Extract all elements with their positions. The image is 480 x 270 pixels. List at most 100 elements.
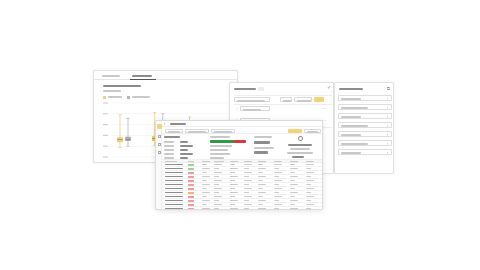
table-cell [258,200,266,202]
table-cell [244,188,252,190]
rules-count-badge [258,87,264,91]
add-rule-button[interactable] [280,97,292,102]
table-cell [258,180,263,182]
table-cell [202,204,207,206]
table-cell [306,168,311,170]
y-tick-label [103,124,108,126]
overview-row [164,140,204,143]
library-item[interactable]: › [338,149,392,155]
progress-fill-red [234,140,246,143]
table-cell [306,164,314,166]
table-cell [290,204,295,206]
table-cell [244,204,252,206]
row-name [165,188,183,190]
table-cell [274,196,282,198]
rule-1-menu-icon[interactable]: ⋯ [322,106,326,111]
table-cell [214,188,222,190]
table-cell [230,200,238,202]
table-cell [274,164,282,166]
table-cell [258,204,263,206]
table-cell [274,176,279,178]
drag-handle-icon[interactable]: ⋮ [235,106,239,111]
status-badge [188,179,194,183]
stat-card-1 [254,135,282,159]
toolbar-button-2[interactable] [185,128,209,133]
table-cell [274,200,279,202]
library-item-label [341,98,361,100]
toolbar-button-4[interactable] [304,128,321,133]
table-cell [244,172,252,174]
library-close-icon[interactable]: ⧉ [387,86,390,91]
table-cell [274,208,279,209]
table-cell [290,176,298,178]
toolbar-button-3[interactable] [211,128,235,133]
table-cell [214,180,222,182]
library-item[interactable]: › [338,95,392,101]
table-cell [230,176,238,178]
stat-card-2 [284,135,318,161]
table-cell [202,176,210,178]
toolbar-button-1[interactable] [165,128,183,133]
table-row[interactable] [162,207,322,209]
rule-row-1[interactable]: ⋮ ⋯ [234,106,332,112]
table-cell [290,180,295,182]
status-badge [188,187,194,191]
table-cell [290,172,295,174]
overview-row [164,152,204,155]
table-cell [258,168,266,170]
highlight-button[interactable] [294,97,312,102]
library-item[interactable]: › [338,140,392,146]
results-title [170,123,186,125]
library-item-label [341,116,361,118]
table-cell [202,180,207,182]
row-name [165,176,183,178]
apply-button[interactable] [314,97,324,102]
row-name [165,172,183,174]
rule-selector[interactable] [234,97,270,102]
export-button[interactable] [288,128,302,133]
list-icon[interactable] [157,151,161,154]
table-cell [214,200,219,202]
table-cell [214,172,222,174]
table-cell [258,164,263,166]
status-badge [188,203,194,207]
library-item[interactable]: › [338,122,392,128]
table-cell [274,180,282,182]
progress-bar [210,140,246,143]
row-name [165,180,183,182]
status-badge [188,183,194,187]
table-cell [230,184,238,186]
row-name [165,200,183,202]
status-badge [188,175,194,179]
chart-icon[interactable] [157,135,161,138]
close-icon[interactable]: ✓ [327,86,331,91]
table-cell [306,184,311,186]
filter-icon[interactable] [157,143,161,146]
library-item[interactable]: › [338,104,392,110]
table-cell [274,192,279,194]
table-cell [214,196,222,198]
chevron-right-icon: › [387,105,389,110]
row-name [165,204,183,206]
table-cell [214,176,219,178]
library-item[interactable]: › [338,113,392,119]
row-name [165,164,183,166]
table-cell [306,188,314,190]
table-cell [230,180,235,182]
table-cell [202,200,210,202]
rule-1-field[interactable] [240,106,270,111]
library-item[interactable]: › [338,131,392,137]
overview-row [164,144,204,147]
table-cell [244,168,249,170]
results-toolbar [162,127,322,134]
table-cell [244,208,249,209]
table-cell [230,192,238,194]
table-cell [230,168,238,170]
table-cell [258,208,266,209]
sidebar-active-item[interactable] [156,124,162,129]
table-cell [230,196,235,198]
library-item-label [341,152,361,154]
table-cell [306,208,311,209]
table-cell [244,164,252,166]
table-cell [306,200,311,202]
